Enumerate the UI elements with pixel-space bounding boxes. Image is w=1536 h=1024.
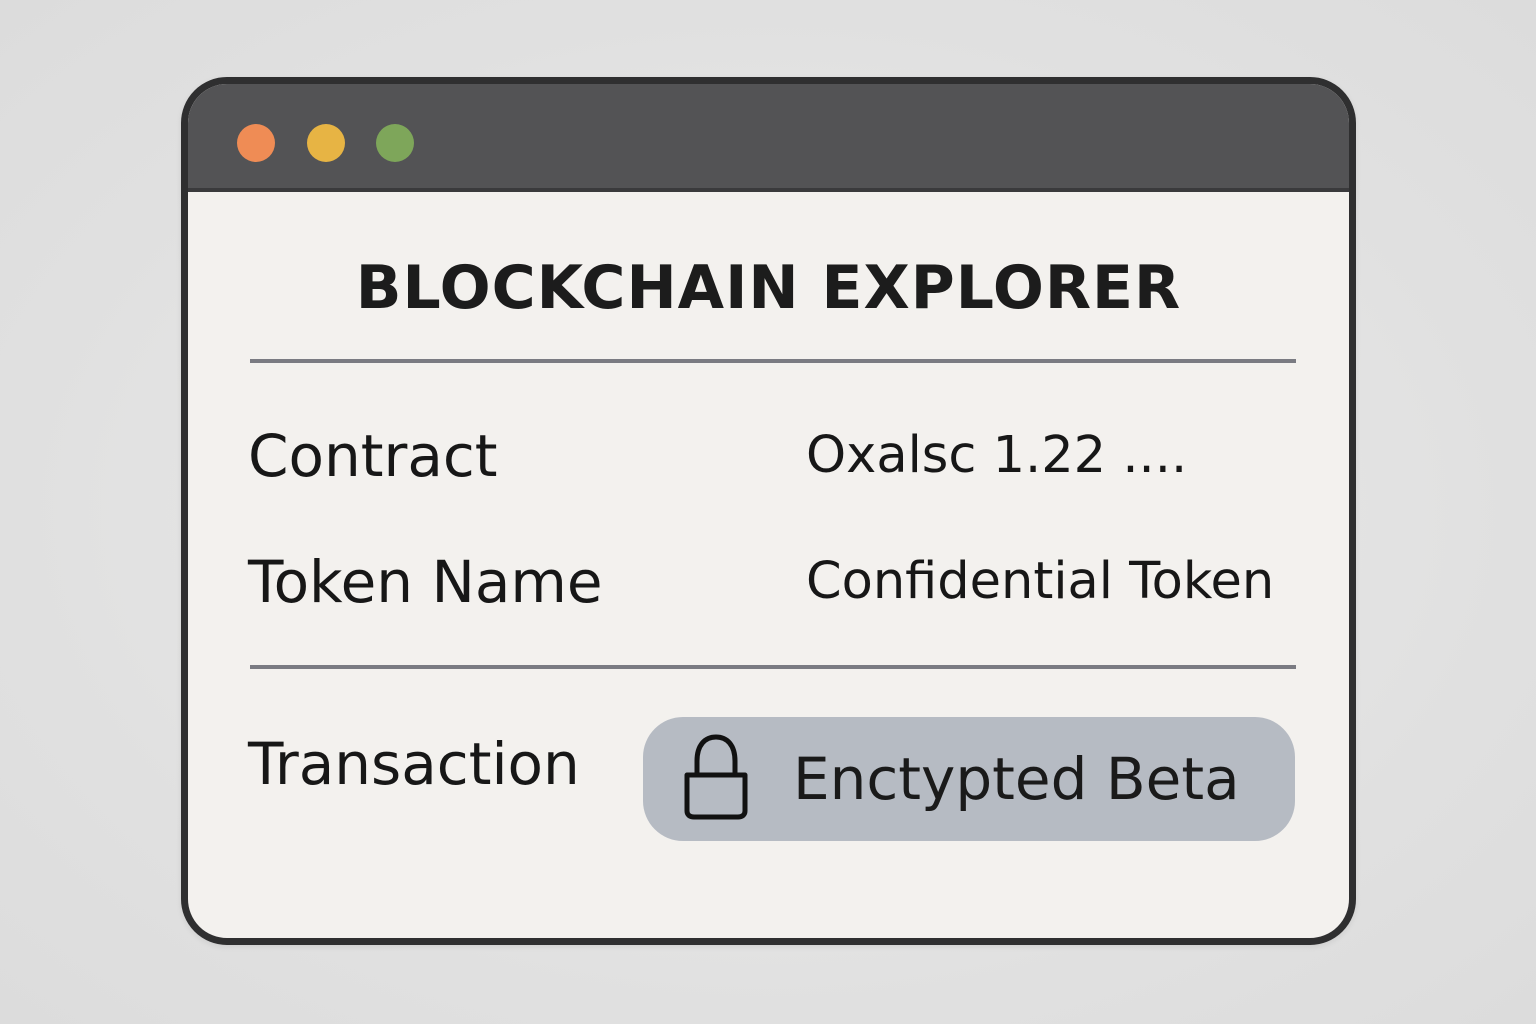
encryption-status-badge: Enctypted Beta xyxy=(643,717,1295,841)
desktop-background: BLOCKCHAIN EXPLORER Contract Oxalsc 1.22… xyxy=(0,0,1536,1024)
maximize-window-button[interactable] xyxy=(376,124,414,162)
token-name-label: Token Name xyxy=(248,548,603,616)
transaction-label: Transaction xyxy=(248,730,580,798)
page-title: BLOCKCHAIN EXPLORER xyxy=(355,253,1182,323)
section-divider xyxy=(250,665,1296,669)
header-divider xyxy=(250,359,1296,363)
contract-label: Contract xyxy=(248,422,498,490)
token-name-value: Confidential Token xyxy=(806,552,1275,611)
close-window-button[interactable] xyxy=(237,124,275,162)
minimize-window-button[interactable] xyxy=(307,124,345,162)
contract-value: Oxalsc 1.22 .... xyxy=(806,426,1188,485)
lock-icon xyxy=(684,734,748,820)
window-titlebar xyxy=(188,84,1349,192)
app-window: BLOCKCHAIN EXPLORER Contract Oxalsc 1.22… xyxy=(181,77,1356,945)
badge-label: Enctypted Beta xyxy=(793,745,1240,813)
